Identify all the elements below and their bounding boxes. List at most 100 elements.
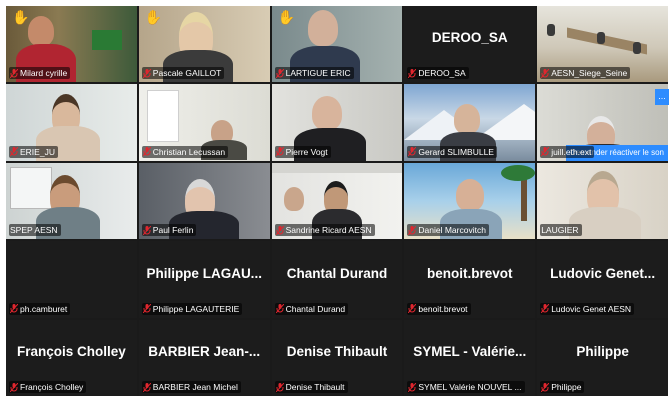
muted-mic-icon <box>275 147 284 157</box>
participant-name: François Cholley <box>20 382 84 392</box>
participant-name: Gerard SLIMBULLE <box>418 146 494 157</box>
participant-name: Paul Ferlin <box>152 225 194 236</box>
participant-display-name: DEROO_SA <box>431 30 508 46</box>
participant-name-label: Ludovic Genet AESN <box>540 302 635 315</box>
muted-mic-icon <box>541 304 550 314</box>
muted-mic-icon <box>408 304 417 314</box>
participant-tile[interactable]: ph.camburet <box>6 241 137 318</box>
muted-mic-icon <box>541 68 550 78</box>
participant-tile[interactable]: Ludovic Genet... Ludovic Genet AESN <box>537 241 668 318</box>
participant-name: Pierre Vogt <box>285 146 328 157</box>
muted-mic-icon <box>408 225 417 235</box>
participant-name-label: Chantal Durand <box>274 302 349 315</box>
participant-name: ph.camburet <box>20 303 68 314</box>
participant-tile[interactable]: Sandrine Ricard AESN <box>271 162 403 240</box>
muted-mic-icon <box>275 304 284 314</box>
participant-name-label: Denise Thibault <box>274 381 348 393</box>
participant-tile[interactable]: Demander réactiver le son juill.eth.ext <box>537 84 668 161</box>
participant-tile[interactable]: Philippe Philippe <box>537 319 668 396</box>
muted-mic-icon <box>275 382 284 392</box>
muted-mic-icon <box>142 304 151 314</box>
participant-tile[interactable]: Gerard SLIMBULLE <box>404 84 536 161</box>
participant-name: juill.eth.ext <box>551 146 592 157</box>
muted-mic-icon <box>142 382 151 392</box>
participant-name: Ludovic Genet AESN <box>551 303 632 314</box>
participant-tile[interactable]: Pierre Vogt <box>271 84 403 161</box>
muted-mic-icon <box>10 147 18 157</box>
participant-tile[interactable]: François Cholley François Cholley <box>6 319 137 396</box>
participant-name-label: Daniel Marcovitch <box>407 224 489 237</box>
participant-name-label: SPEP AESN <box>9 224 61 237</box>
muted-mic-icon <box>408 382 417 392</box>
participant-tile[interactable]: Christian Lecussan <box>138 84 270 161</box>
participant-name: Pascale GAILLOT <box>152 68 222 79</box>
participant-tile[interactable]: Denise Thibault Denise Thibault <box>271 319 403 396</box>
participant-name: Daniel Marcovitch <box>418 225 486 236</box>
participant-tile[interactable]: DEROO_SA DEROO_SA <box>404 6 536 83</box>
participant-name-label: Sandrine Ricard AESN <box>274 224 375 237</box>
participant-name-label: Milard cyrille <box>9 67 71 80</box>
participant-display-name: Chantal Durand <box>286 265 388 281</box>
participant-tile[interactable]: Daniel Marcovitch <box>404 162 536 240</box>
participant-name: SYMEL Valérie NOUVEL ... <box>418 382 522 392</box>
participant-name-label: LAUGIER <box>540 224 582 237</box>
participant-name: benoit.brevot <box>418 303 468 314</box>
muted-mic-icon <box>275 68 284 78</box>
participant-tile[interactable]: AESN_Siege_Seine <box>537 6 668 83</box>
participant-name: DEROO_SA <box>418 68 466 79</box>
participant-name-label: Christian Lecussan <box>141 145 229 158</box>
participant-name-label: BARBIER Jean Michel <box>141 381 241 393</box>
participant-tile[interactable]: ✋ LARTIGUE ERIC <box>271 6 403 83</box>
participant-tile[interactable]: Philippe LAGAU... Philippe LAGAUTERIE <box>138 241 270 318</box>
participant-name: LARTIGUE ERIC <box>285 68 351 79</box>
participant-display-name: BARBIER Jean-... <box>148 344 261 360</box>
more-options-button[interactable]: ... <box>655 89 669 105</box>
participant-name: BARBIER Jean Michel <box>152 382 238 392</box>
participant-name-label: François Cholley <box>9 381 87 393</box>
participant-name-label: SYMEL Valérie NOUVEL ... <box>407 381 525 393</box>
participant-name-label: LARTIGUE ERIC <box>274 67 354 80</box>
participant-name: Chantal Durand <box>285 303 346 314</box>
participant-name-label: ph.camburet <box>9 302 71 315</box>
participant-name-label: AESN_Siege_Seine <box>540 67 631 80</box>
participant-tile[interactable]: LAUGIER <box>537 162 668 240</box>
participant-name-label: Pierre Vogt <box>274 145 331 158</box>
participant-name: Denise Thibault <box>285 382 345 392</box>
participant-display-name: benoit.brevot <box>427 265 513 281</box>
participant-display-name: Philippe LAGAU... <box>146 265 262 281</box>
muted-mic-icon <box>408 147 417 157</box>
participant-display-name: François Cholley <box>17 344 126 360</box>
participant-tile[interactable]: ERIE_JU <box>6 84 137 161</box>
participant-name: SPEP AESN <box>10 225 58 236</box>
participant-name: Milard cyrille <box>20 68 68 79</box>
participant-tile[interactable]: Paul Ferlin <box>138 162 270 240</box>
participant-name: LAUGIER <box>541 225 579 236</box>
participant-name: Sandrine Ricard AESN <box>285 225 372 236</box>
participant-display-name: SYMEL - Valérie... <box>413 344 527 360</box>
participant-tile[interactable]: SYMEL - Valérie... SYMEL Valérie NOUVEL … <box>404 319 536 396</box>
participant-name: ERIE_JU <box>20 146 55 157</box>
participant-name-label: ERIE_JU <box>9 145 58 158</box>
participant-display-name: Philippe <box>576 344 629 360</box>
participant-tile[interactable]: ✋ Pascale GAILLOT <box>138 6 270 83</box>
participant-name-label: Paul Ferlin <box>141 224 197 237</box>
raised-hand-icon: ✋ <box>277 9 296 25</box>
muted-mic-icon <box>142 225 151 235</box>
participant-name: Philippe <box>551 382 582 392</box>
participant-display-name: Ludovic Genet... <box>550 265 656 281</box>
participant-name-label: Philippe LAGAUTERIE <box>141 302 243 315</box>
participant-name-label: juill.eth.ext <box>540 145 595 158</box>
participant-tile[interactable]: Chantal Durand Chantal Durand <box>271 241 403 318</box>
muted-mic-icon <box>142 68 151 78</box>
participant-tile[interactable]: ✋ Milard cyrille <box>6 6 137 83</box>
muted-mic-icon <box>142 147 151 157</box>
participant-display-name: Denise Thibault <box>286 344 388 360</box>
participant-tile[interactable]: benoit.brevot benoit.brevot <box>404 241 536 318</box>
video-grid: ✋ Milard cyrille ✋ Pascale GAILLOT ✋ LAR… <box>6 6 668 396</box>
participant-name-label: Philippe <box>540 381 585 393</box>
muted-mic-icon <box>10 304 18 314</box>
participant-tile-active-speaker[interactable]: SPEP AESN <box>6 162 137 240</box>
participant-name: AESN_Siege_Seine <box>551 68 628 79</box>
participant-tile[interactable]: BARBIER Jean-... BARBIER Jean Michel <box>138 319 270 396</box>
participant-name-label: Gerard SLIMBULLE <box>407 145 497 158</box>
